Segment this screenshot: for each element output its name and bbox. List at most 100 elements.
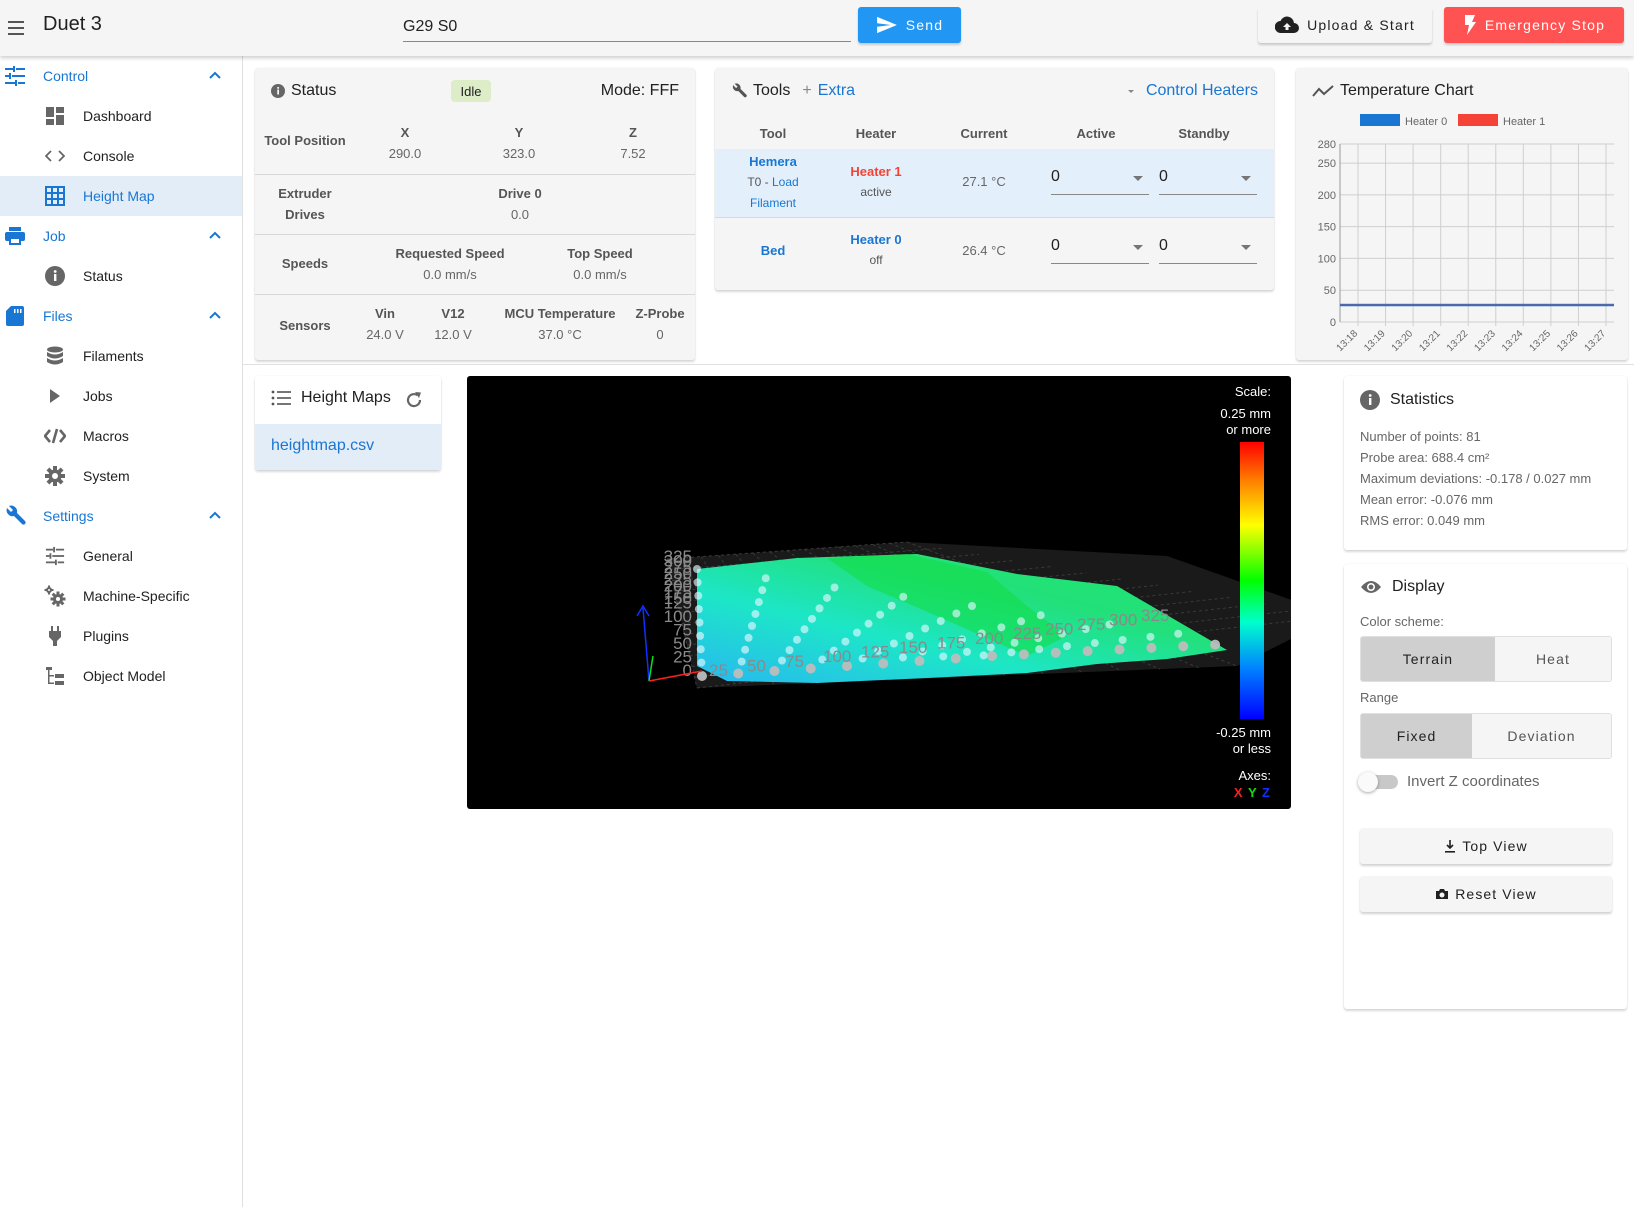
heater-link[interactable]: Heater 1 — [833, 161, 919, 182]
x-tick-label: 50 — [747, 656, 766, 675]
info-icon — [1360, 390, 1380, 410]
sidebar-item-jobs[interactable]: Jobs — [0, 376, 242, 416]
load-filament-link[interactable]: Filament — [733, 193, 813, 214]
chevron-up-icon[interactable] — [207, 308, 223, 324]
sidebar-group-label: Control — [43, 68, 89, 84]
tool-cell: Hemera T0 - Load Filament — [733, 151, 813, 214]
probe-point — [1178, 641, 1189, 652]
height-map-file[interactable]: heightmap.csv — [255, 424, 441, 470]
sidebar-item-plugins[interactable]: Plugins — [0, 616, 242, 656]
x-tick-label: 125 — [861, 643, 889, 662]
sidebar-item-machine-specific[interactable]: Machine-Specific — [0, 576, 242, 616]
axes-label: Axes: — [1238, 768, 1271, 783]
probe-point — [876, 610, 885, 619]
plug-icon — [44, 626, 66, 646]
sidebar-item-dashboard[interactable]: Dashboard — [0, 96, 242, 136]
speeds-label: Speeds — [281, 256, 329, 271]
send-button[interactable]: Send — [858, 7, 961, 43]
x-tick-label: 300 — [1109, 610, 1137, 629]
sidebar-item-height-map[interactable]: Height Map — [0, 176, 242, 216]
y-tick-label: 50 — [1324, 285, 1336, 297]
chevron-up-icon[interactable] — [207, 68, 223, 84]
caret-down-icon — [1241, 245, 1251, 250]
control-heaters-button[interactable]: Control Heaters — [1127, 82, 1258, 100]
standby-temp-select[interactable]: 0 — [1159, 232, 1257, 264]
sidebar-item-system[interactable]: System — [0, 456, 242, 496]
sensor-name: Vin — [375, 306, 395, 321]
emergency-stop-button[interactable]: Emergency Stop — [1444, 7, 1624, 43]
main-content: Status Idle Mode: FFF Tool Position X 290… — [243, 56, 1634, 1207]
chevron-up-icon[interactable] — [207, 508, 223, 524]
heat-option[interactable]: Heat — [1494, 637, 1611, 681]
select-value: 0 — [1159, 168, 1168, 185]
y-tick-label: 280 — [1318, 139, 1336, 151]
sidebar-item-console[interactable]: Console — [0, 136, 242, 176]
probe-point — [864, 619, 873, 628]
axis-name: Z — [629, 125, 637, 140]
y-tick-label: 150 — [1318, 222, 1336, 234]
color-scale-bar — [1240, 442, 1264, 719]
tune-icon — [44, 546, 66, 566]
probe-point — [1050, 647, 1061, 658]
sidebar-item-macros[interactable]: Macros — [0, 416, 242, 456]
temperature-chart-title: Temperature Chart — [1312, 82, 1473, 100]
refresh-icon[interactable] — [405, 391, 423, 409]
sidebar-item-general[interactable]: General — [0, 536, 242, 576]
probe-point — [1146, 642, 1157, 653]
probe-point — [693, 578, 702, 587]
sidebar-group-job[interactable]: Job — [0, 216, 242, 256]
probe-point — [889, 639, 898, 648]
probe-point — [1063, 642, 1071, 651]
standby-temp-select[interactable]: 0 — [1159, 163, 1257, 195]
extra-link[interactable]: Extra — [818, 82, 855, 100]
heater-link[interactable]: Heater 0 — [833, 229, 919, 250]
active-temp-select[interactable]: 0 — [1051, 163, 1149, 195]
reset-view-button[interactable]: Reset View — [1360, 876, 1612, 912]
load-filament-link[interactable]: Load — [772, 175, 799, 189]
probe-point — [1018, 649, 1029, 660]
x-tick-label: 325 — [1141, 606, 1169, 625]
legend-label: Heater 1 — [1503, 116, 1545, 128]
deviation-option[interactable]: Deviation — [1472, 714, 1611, 758]
sidebar-item-filaments[interactable]: Filaments — [0, 336, 242, 376]
upload-start-button[interactable]: Upload & Start — [1258, 7, 1432, 43]
x-tick-label: 225 — [1013, 624, 1041, 643]
sensor-value: 0 — [656, 327, 664, 342]
sidebar: Control Dashboard Console Height Map Job… — [0, 56, 243, 1207]
axis-name: Y — [514, 125, 524, 140]
menu-icon[interactable] — [6, 14, 34, 42]
sensor-vin: Vin 24.0 V — [355, 303, 415, 345]
active-temp-select[interactable]: 0 — [1051, 232, 1149, 264]
sidebar-item-label: Dashboard — [83, 108, 152, 124]
tool-name-link[interactable]: Bed — [733, 240, 813, 261]
height-map-3d-view[interactable]: 25 50 75 100 125 150 175 200 225 250 275 300 325 0 25… — [467, 376, 1291, 809]
fixed-option[interactable]: Fixed — [1361, 714, 1473, 758]
axis-z-legend: Z — [1262, 785, 1271, 800]
tool-name-link[interactable]: Hemera — [733, 151, 813, 172]
chevron-up-icon[interactable] — [207, 228, 223, 244]
sidebar-item-status[interactable]: Status — [0, 256, 242, 296]
tools-title: Tools + Extra — [731, 82, 855, 100]
invert-z-switch[interactable] — [1358, 772, 1398, 792]
sidebar-group-settings[interactable]: Settings — [0, 496, 242, 536]
gcode-input[interactable] — [403, 10, 851, 42]
probe-point — [744, 633, 753, 642]
sensor-z-probe: Z-Probe 0 — [627, 303, 693, 345]
caret-down-icon — [1241, 176, 1251, 181]
tool-row-hemera: Hemera T0 - Load Filament Heater 1 activ… — [715, 149, 1274, 217]
sidebar-group-files[interactable]: Files — [0, 296, 242, 336]
probe-point — [1114, 644, 1125, 655]
top-view-button[interactable]: Top View — [1360, 828, 1612, 864]
col-header-active: Active — [1076, 126, 1116, 141]
probe-point — [914, 656, 925, 666]
terrain-option[interactable]: Terrain — [1361, 637, 1495, 681]
height-map-surface[interactable]: 25 50 75 100 125 150 175 200 225 250 275 300 325 025… — [467, 376, 1291, 809]
select-value: 0 — [1051, 168, 1060, 185]
sidebar-item-object-model[interactable]: Object Model — [0, 656, 242, 696]
sidebar-group-control[interactable]: Control — [0, 56, 242, 96]
tools-title-text: Tools — [753, 82, 791, 99]
sidebar-item-label: Height Map — [83, 188, 155, 204]
probe-point — [1210, 639, 1221, 650]
sidebar-item-label: Console — [83, 148, 135, 164]
probe-point — [841, 637, 850, 646]
